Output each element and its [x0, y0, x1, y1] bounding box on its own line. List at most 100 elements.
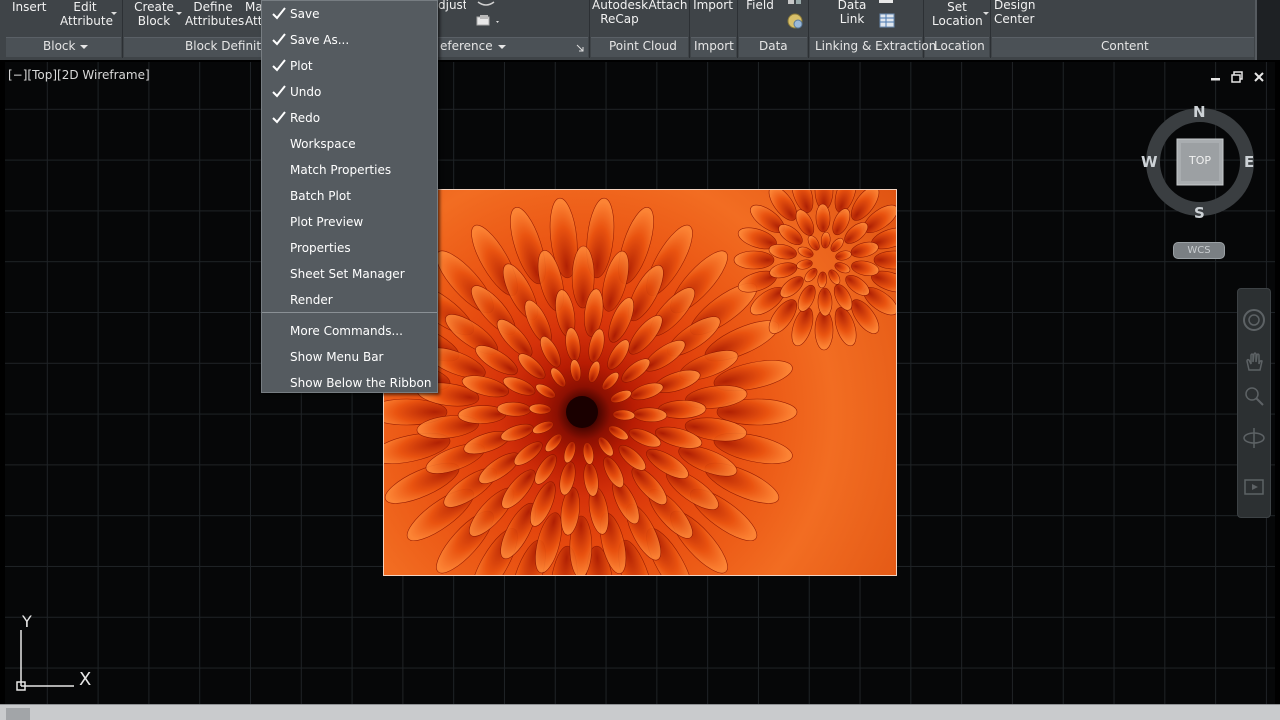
panel-title-point-cloud[interactable]: Point Cloud: [609, 39, 677, 53]
menu-item-label: Properties: [290, 241, 351, 255]
attach-button[interactable]: Attach: [648, 0, 688, 12]
create-block-dropdown-icon[interactable]: [176, 12, 182, 15]
close-icon[interactable]: [1252, 70, 1266, 84]
adjust-button[interactable]: djust: [438, 0, 466, 12]
ribbon: Insert Edit Attribute Create Block Defin…: [0, 0, 1280, 60]
field-button[interactable]: Field: [744, 0, 776, 12]
extract-data-icon[interactable]: [878, 12, 896, 30]
insert-button[interactable]: Insert: [12, 0, 46, 14]
design-center-button[interactable]: Design Center: [994, 0, 1035, 26]
checkmark-icon: [272, 7, 286, 20]
hyperlink-globe-icon[interactable]: [786, 12, 804, 30]
menu-item-sheet-set-manager[interactable]: Sheet Set Manager: [262, 261, 437, 287]
menu-item-save-as[interactable]: Save As...: [262, 27, 437, 53]
menu-item-label: Workspace: [290, 137, 356, 151]
zoom-extents-icon[interactable]: [1241, 383, 1267, 409]
set-location-dropdown-icon[interactable]: [983, 12, 989, 15]
menu-item-undo[interactable]: Undo: [262, 79, 437, 105]
menu-item-show-below-the-ribbon[interactable]: Show Below the Ribbon: [262, 370, 437, 396]
import-button[interactable]: Import: [693, 0, 733, 12]
minimize-icon[interactable]: [1209, 70, 1223, 84]
compass-east[interactable]: E: [1244, 153, 1254, 171]
steering-wheel-icon[interactable]: [1241, 307, 1267, 333]
viewport-controls-label[interactable]: [−][Top][2D Wireframe]: [8, 68, 150, 82]
panel-title-block-definition-label: Block Definiti: [185, 39, 265, 53]
panel-title-content-label: Content: [1101, 39, 1149, 53]
panel-title-block[interactable]: Block: [43, 39, 89, 53]
orbit-icon[interactable]: [1241, 425, 1267, 451]
manage-attributes-label-line1: Ma: [245, 0, 261, 14]
checkmark-icon: [272, 111, 286, 124]
update-fields-icon[interactable]: [786, 0, 804, 8]
chrysanthemum-image[interactable]: [383, 189, 897, 576]
panel-separator: [808, 0, 809, 58]
data-link-label-line1: Data: [837, 0, 867, 12]
menu-item-properties[interactable]: Properties: [262, 235, 437, 261]
menu-item-match-properties[interactable]: Match Properties: [262, 157, 437, 183]
menu-item-workspace[interactable]: Workspace: [262, 131, 437, 157]
edit-attribute-label-line2: Attribute: [60, 14, 113, 28]
menu-item-label: Show Menu Bar: [290, 350, 384, 364]
create-block-button[interactable]: Create Block: [134, 0, 174, 28]
panel-title-location[interactable]: Location: [934, 39, 985, 53]
menu-item-plot[interactable]: Plot: [262, 53, 437, 79]
set-location-button[interactable]: Set Location: [932, 0, 983, 28]
edit-attribute-dropdown-icon[interactable]: [111, 12, 117, 15]
panel-separator: [737, 0, 738, 58]
create-block-label-line1: Create: [134, 0, 174, 14]
menu-item-label: Redo: [290, 111, 321, 125]
menu-item-label: Plot Preview: [290, 215, 364, 229]
edit-attribute-button[interactable]: Edit Attribute: [60, 0, 113, 28]
manage-attributes-label-line2: Att: [245, 14, 261, 28]
menu-item-more-commands[interactable]: More Commands...: [262, 318, 437, 344]
panel-title-point-cloud-label: Point Cloud: [609, 39, 677, 53]
checkmark-icon: [272, 33, 286, 46]
menu-item-render[interactable]: Render: [262, 287, 437, 313]
pan-hand-icon[interactable]: [1241, 350, 1267, 376]
panel-title-block-definition[interactable]: Block Definiti: [185, 39, 264, 53]
edit-attribute-label-line1: Edit: [73, 0, 97, 14]
define-attributes-button[interactable]: Define Attributes: [185, 0, 244, 28]
dialog-launcher-icon[interactable]: [576, 44, 584, 52]
viewcube-top-face[interactable]: TOP: [1177, 154, 1223, 167]
ucs-menu-button[interactable]: WCS: [1173, 242, 1225, 259]
underlay-layers-icon[interactable]: [474, 13, 502, 29]
model-tab[interactable]: [6, 708, 30, 720]
panel-title-data[interactable]: Data: [759, 39, 788, 53]
panel-title-reference[interactable]: eference: [440, 39, 506, 53]
compass-south[interactable]: S: [1194, 204, 1205, 222]
panel-title-content[interactable]: Content: [1101, 39, 1149, 53]
panel-separator: [689, 0, 690, 58]
panel-title-import-label: Import: [694, 39, 734, 53]
menu-item-label: Batch Plot: [290, 189, 351, 203]
menu-item-redo[interactable]: Redo: [262, 105, 437, 131]
design-center-label-line2: Center: [994, 12, 1035, 26]
menu-separator: [262, 312, 437, 313]
menu-item-save[interactable]: Save: [262, 1, 437, 27]
data-link-button[interactable]: Data Link: [834, 0, 870, 26]
manage-attributes-button[interactable]: Ma Att: [245, 0, 261, 28]
menu-item-label: Plot: [290, 59, 313, 73]
menu-item-batch-plot[interactable]: Batch Plot: [262, 183, 437, 209]
panel-title-linking-extraction-label: Linking & Extraction: [815, 39, 937, 53]
panel-title-linking-extraction[interactable]: Linking & Extraction: [815, 39, 936, 53]
panel-separator: [990, 0, 991, 58]
clip-icon[interactable]: [476, 0, 496, 8]
download-from-source-icon[interactable]: [878, 0, 896, 6]
showmotion-icon[interactable]: [1241, 474, 1267, 500]
autodesk-recap-button[interactable]: Autodesk ReCap: [592, 0, 648, 26]
panel-title-import[interactable]: Import: [694, 39, 734, 53]
menu-item-label: Show Below the Ribbon: [290, 376, 432, 390]
compass-north[interactable]: N: [1193, 103, 1206, 121]
customize-quick-access-menu: Save Save As... Plot Undo Redo Workspace Match…: [261, 0, 438, 393]
set-location-label-line2: Location: [932, 14, 983, 28]
panel-separator: [589, 0, 590, 58]
checkmark-icon: [272, 85, 286, 98]
menu-item-show-menu-bar[interactable]: Show Menu Bar: [262, 344, 437, 370]
restore-icon[interactable]: [1230, 70, 1244, 84]
ucs-y-axis-label: Y: [22, 612, 32, 631]
compass-west[interactable]: W: [1141, 153, 1158, 171]
chevron-down-icon: [80, 44, 89, 49]
layout-tab-bar: [0, 704, 1280, 720]
menu-item-plot-preview[interactable]: Plot Preview: [262, 209, 437, 235]
